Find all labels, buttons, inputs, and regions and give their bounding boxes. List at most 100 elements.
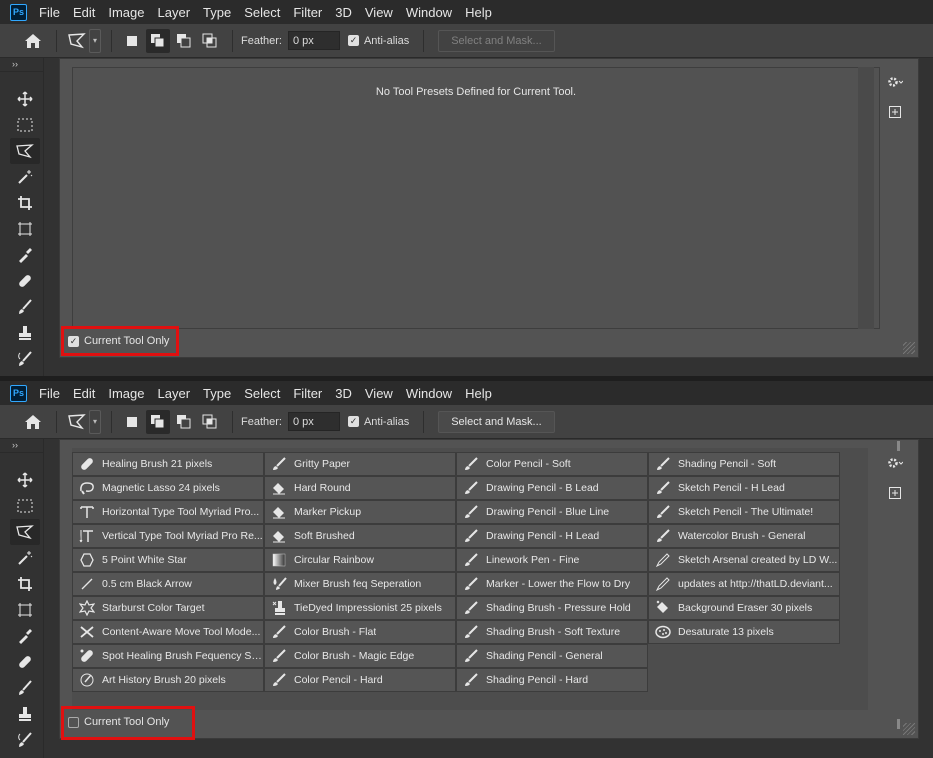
preset-item[interactable]: Vertical Type Tool Myriad Pro Re... [72,524,264,548]
preset-item[interactable]: Drawing Pencil - Blue Line [456,500,648,524]
healing-brush-tool[interactable] [10,268,40,294]
menu-edit[interactable]: Edit [73,386,95,401]
preset-item[interactable]: Spot Healing Brush Fequency Se... [72,644,264,668]
crop-tool[interactable] [10,190,40,216]
add-selection-button[interactable] [146,28,170,53]
preset-item[interactable]: Horizontal Type Tool Myriad Pro... [72,500,264,524]
frame-tool[interactable] [10,216,40,242]
tool-preset-picker[interactable]: ▾ [65,28,103,54]
select-and-mask-button[interactable]: Select and Mask... [438,410,555,433]
preset-item[interactable]: Sketch Arsenal created by LD W... [648,548,840,572]
menu-file[interactable]: File [39,5,60,20]
preset-item[interactable]: Soft Brushed [264,524,456,548]
magic-wand-tool[interactable] [10,545,40,571]
clone-stamp-tool[interactable] [10,701,40,727]
preset-item[interactable]: Content-Aware Move Tool Mode... [72,620,264,644]
collapse-toggle[interactable]: ›› [0,439,43,453]
add-selection-button[interactable] [146,409,170,434]
preset-item[interactable]: 0.5 cm Black Arrow [72,572,264,596]
new-selection-button[interactable] [120,29,144,53]
select-and-mask-button[interactable]: Select and Mask... [438,29,555,52]
preset-item[interactable]: TieDyed Impressionist 25 pixels [264,596,456,620]
lasso-tool[interactable] [10,519,40,545]
scrollbar[interactable] [858,67,874,329]
subtract-selection-button[interactable] [172,29,196,53]
preset-item[interactable]: Gritty Paper [264,452,456,476]
preset-item[interactable]: Shading Pencil - Hard [456,668,648,692]
preset-item[interactable]: 5 Point White Star [72,548,264,572]
marquee-tool[interactable] [10,493,40,519]
history-brush-tool[interactable] [10,727,40,753]
menu-view[interactable]: View [365,5,393,20]
preset-item[interactable]: Hard Round [264,476,456,500]
preset-item[interactable]: Shading Brush - Pressure Hold [456,596,648,620]
chevron-down-icon[interactable]: ▾ [89,28,101,53]
move-tool[interactable] [10,467,40,493]
chevron-down-icon[interactable]: ▾ [89,409,101,434]
preset-item[interactable]: Desaturate 13 pixels [648,620,840,644]
brush-tool[interactable] [10,675,40,701]
antialias-checkbox[interactable]: ✓ [347,416,359,427]
feather-input[interactable] [287,412,340,431]
preset-item[interactable]: updates at http://thatLD.deviant... [648,572,840,596]
preset-item[interactable]: Shading Pencil - Soft [648,452,840,476]
menu-edit[interactable]: Edit [73,5,95,20]
feather-input[interactable] [287,31,340,50]
menu-filter[interactable]: Filter [293,386,322,401]
resize-grip[interactable] [903,723,915,735]
menu-help[interactable]: Help [465,386,492,401]
menu-filter[interactable]: Filter [293,5,322,20]
menu-3d[interactable]: 3D [335,5,352,20]
subtract-selection-button[interactable] [172,410,196,434]
preset-item[interactable]: Starburst Color Target [72,596,264,620]
panel-menu-button[interactable] [886,73,904,91]
preset-item[interactable]: Marker Pickup [264,500,456,524]
menu-select[interactable]: Select [244,386,280,401]
menu-type[interactable]: Type [203,5,231,20]
eyedropper-tool[interactable] [10,623,40,649]
preset-item[interactable]: Sketch Pencil - H Lead [648,476,840,500]
healing-brush-tool[interactable] [10,649,40,675]
preset-item[interactable]: Sketch Pencil - The Ultimate! [648,500,840,524]
menu-layer[interactable]: Layer [158,386,191,401]
menu-window[interactable]: Window [406,386,452,401]
intersect-selection-button[interactable] [198,29,222,53]
preset-item[interactable]: Watercolor Brush - General [648,524,840,548]
eyedropper-tool[interactable] [10,242,40,268]
magic-wand-tool[interactable] [10,164,40,190]
new-preset-button[interactable] [886,103,904,121]
menu-file[interactable]: File [39,386,60,401]
preset-item[interactable]: Shading Brush - Soft Texture [456,620,648,644]
history-brush-tool[interactable] [10,346,40,372]
new-selection-button[interactable] [120,410,144,434]
preset-item[interactable]: Healing Brush 21 pixels [72,452,264,476]
tool-preset-picker[interactable]: ▾ [65,409,103,435]
preset-item[interactable]: Color Pencil - Soft [456,452,648,476]
menu-3d[interactable]: 3D [335,386,352,401]
preset-item[interactable]: Color Brush - Flat [264,620,456,644]
menu-select[interactable]: Select [244,5,280,20]
move-tool[interactable] [10,86,40,112]
antialias-checkbox[interactable]: ✓ [347,35,359,46]
resize-grip[interactable] [903,342,915,354]
preset-item[interactable]: Color Pencil - Hard [264,668,456,692]
preset-item[interactable]: Shading Pencil - General [456,644,648,668]
crop-tool[interactable] [10,571,40,597]
menu-type[interactable]: Type [203,386,231,401]
clone-stamp-tool[interactable] [10,320,40,346]
preset-item[interactable]: Drawing Pencil - B Lead [456,476,648,500]
preset-item[interactable]: Magnetic Lasso 24 pixels [72,476,264,500]
preset-item[interactable]: Mixer Brush feq Seperation [264,572,456,596]
preset-item[interactable]: Linework Pen - Fine [456,548,648,572]
home-button[interactable] [18,29,48,53]
preset-item[interactable]: Color Brush - Magic Edge [264,644,456,668]
menu-layer[interactable]: Layer [158,5,191,20]
scrollbar[interactable] [896,440,902,730]
preset-item[interactable]: Background Eraser 30 pixels [648,596,840,620]
menu-view[interactable]: View [365,386,393,401]
marquee-tool[interactable] [10,112,40,138]
antialias-toggle[interactable]: ✓ Anti-alias [347,416,415,428]
menu-window[interactable]: Window [406,5,452,20]
home-button[interactable] [18,410,48,434]
antialias-toggle[interactable]: ✓ Anti-alias [347,35,415,47]
